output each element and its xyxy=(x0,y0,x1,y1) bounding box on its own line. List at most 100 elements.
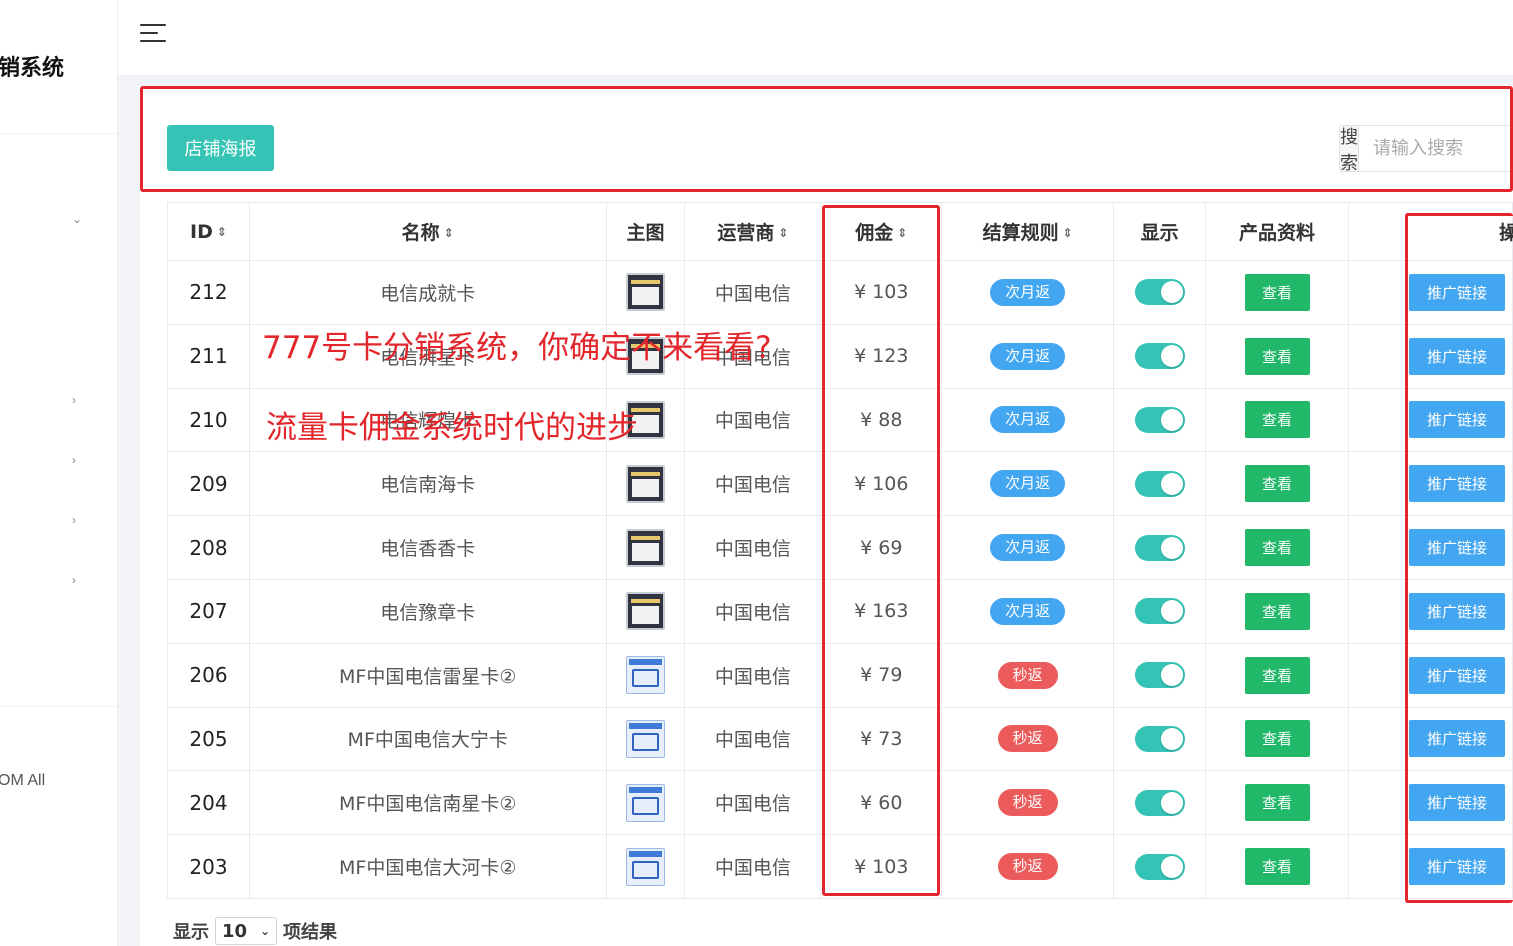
promo-link-button[interactable]: 推广链接 xyxy=(1408,848,1505,886)
chevron-right-icon[interactable]: › xyxy=(72,513,76,527)
settlement-badge: 次月返 xyxy=(990,470,1066,498)
cell-image xyxy=(605,770,686,836)
cell-product-info: 查看 xyxy=(1205,387,1349,453)
settlement-badge: 秒返 xyxy=(997,725,1058,753)
cell-commission: ¥ 103 xyxy=(820,260,943,325)
view-button[interactable]: 查看 xyxy=(1244,273,1310,311)
display-toggle[interactable] xyxy=(1134,725,1185,752)
display-toggle[interactable] xyxy=(1134,598,1185,625)
sort-icon: ⇕ xyxy=(1062,226,1073,240)
cell-settlement: 秒返 xyxy=(941,834,1115,899)
chevron-right-icon[interactable]: › xyxy=(72,573,76,587)
promo-link-button[interactable]: 推广链接 xyxy=(1408,592,1505,630)
product-thumbnail[interactable] xyxy=(625,528,665,567)
promo-link-button[interactable]: 推广链接 xyxy=(1408,529,1505,567)
view-button[interactable]: 查看 xyxy=(1244,401,1310,439)
cell-id: 210 xyxy=(167,387,250,453)
view-button[interactable]: 查看 xyxy=(1244,592,1310,630)
table-row: 205 MF中国电信大宁卡 中国电信 ¥ 73 秒返 查看 推广链接 xyxy=(167,706,1513,772)
view-button[interactable]: 查看 xyxy=(1244,465,1310,503)
show-label: 显示 xyxy=(173,922,209,943)
display-toggle[interactable] xyxy=(1134,662,1185,689)
cell-name: MF中国电信大宁卡 xyxy=(248,706,607,772)
search-box: 搜索 xyxy=(1339,125,1513,172)
product-thumbnail[interactable] xyxy=(625,783,665,822)
cell-operation: 推广链接 xyxy=(1347,642,1513,708)
product-thumbnail[interactable] xyxy=(625,273,665,312)
cell-settlement: 次月返 xyxy=(941,578,1115,644)
chevron-right-icon[interactable]: › xyxy=(72,393,76,407)
cell-commission: ¥ 163 xyxy=(820,578,943,644)
chevron-down-icon[interactable]: ⌄ xyxy=(72,212,82,226)
promo-link-button[interactable]: 推广链接 xyxy=(1408,465,1505,503)
display-toggle[interactable] xyxy=(1134,853,1185,880)
promo-link-button[interactable]: 推广链接 xyxy=(1408,401,1505,439)
col-header-settlement[interactable]: 结算规则 ⇕ xyxy=(941,202,1115,261)
product-thumbnail[interactable] xyxy=(625,656,665,695)
col-header-display: 显示 xyxy=(1113,202,1207,261)
cell-carrier: 中国电信 xyxy=(684,387,822,453)
cell-settlement: 秒返 xyxy=(941,642,1115,708)
product-thumbnail[interactable] xyxy=(625,847,665,886)
display-toggle[interactable] xyxy=(1134,470,1185,497)
col-header-id[interactable]: ID ⇕ xyxy=(167,202,250,261)
col-header-carrier[interactable]: 运营商 ⇕ xyxy=(684,202,822,261)
hamburger-menu-icon[interactable] xyxy=(140,24,166,44)
cell-product-info: 查看 xyxy=(1205,770,1349,836)
display-toggle[interactable] xyxy=(1134,406,1185,433)
display-toggle[interactable] xyxy=(1134,343,1185,370)
promo-link-button[interactable]: 推广链接 xyxy=(1408,784,1505,822)
cell-product-info: 查看 xyxy=(1205,323,1349,389)
display-toggle[interactable] xyxy=(1134,534,1185,561)
product-thumbnail[interactable] xyxy=(625,592,665,631)
view-button[interactable]: 查看 xyxy=(1244,720,1310,758)
table-row: 206 MF中国电信雷星卡② 中国电信 ¥ 79 秒返 查看 推广链接 xyxy=(167,642,1513,708)
sort-icon: ⇕ xyxy=(897,226,908,240)
col-header-commission[interactable]: 佣金 ⇕ xyxy=(820,202,943,261)
sort-icon: ⇕ xyxy=(778,226,789,240)
settlement-badge: 秒返 xyxy=(997,789,1058,817)
sidebar-divider xyxy=(0,706,117,707)
page-size-select[interactable]: 10 ⌄ xyxy=(215,917,277,945)
cell-operation: 推广链接 xyxy=(1347,578,1513,644)
cell-operation: 推广链接 xyxy=(1347,451,1513,517)
view-button[interactable]: 查看 xyxy=(1244,337,1310,375)
col-header-name[interactable]: 名称 ⇕ xyxy=(248,202,607,261)
sort-icon: ⇕ xyxy=(216,224,227,239)
table-row: 212 电信成就卡 中国电信 ¥ 103 次月返 查看 推广链接 xyxy=(167,260,1513,325)
view-button[interactable]: 查看 xyxy=(1244,656,1310,694)
cell-commission: ¥ 73 xyxy=(820,706,943,772)
store-poster-button[interactable]: 店铺海报 xyxy=(167,125,274,171)
promo-link-button[interactable]: 推广链接 xyxy=(1408,273,1505,311)
settlement-badge: 次月返 xyxy=(990,597,1066,625)
table-header-row: ID ⇕ 名称 ⇕ 主图 运营商 ⇕ 佣金 ⇕ 结算规则 ⇕ 显示 产品资料 操 xyxy=(167,202,1513,261)
view-button[interactable]: 查看 xyxy=(1244,848,1310,886)
promo-link-button[interactable]: 推广链接 xyxy=(1408,337,1505,375)
display-toggle[interactable] xyxy=(1134,279,1185,306)
promo-link-button[interactable]: 推广链接 xyxy=(1408,656,1505,694)
display-toggle[interactable] xyxy=(1134,789,1185,816)
col-header-product-info: 产品资料 xyxy=(1205,202,1349,261)
cell-id: 205 xyxy=(167,706,250,772)
search-input[interactable] xyxy=(1359,126,1512,171)
cell-carrier: 中国电信 xyxy=(684,642,822,708)
product-thumbnail[interactable] xyxy=(625,337,665,376)
cell-carrier: 中国电信 xyxy=(684,260,822,325)
view-button[interactable]: 查看 xyxy=(1244,784,1310,822)
cell-carrier: 中国电信 xyxy=(684,770,822,836)
cell-image xyxy=(605,387,686,453)
product-thumbnail[interactable] xyxy=(625,719,665,758)
cell-product-info: 查看 xyxy=(1205,578,1349,644)
sidebar-divider xyxy=(0,133,117,134)
cell-display xyxy=(1113,260,1207,325)
cell-product-info: 查看 xyxy=(1205,451,1349,517)
view-button[interactable]: 查看 xyxy=(1244,529,1310,567)
cell-id: 208 xyxy=(167,515,250,580)
promo-link-button[interactable]: 推广链接 xyxy=(1408,720,1505,758)
cell-commission: ¥ 103 xyxy=(820,834,943,899)
product-thumbnail[interactable] xyxy=(625,400,665,439)
col-header-operation: 操 xyxy=(1347,202,1513,261)
chevron-right-icon[interactable]: › xyxy=(72,453,76,467)
product-thumbnail[interactable] xyxy=(625,464,665,503)
table-row: 203 MF中国电信大河卡② 中国电信 ¥ 103 秒返 查看 推广链接 xyxy=(167,834,1513,899)
